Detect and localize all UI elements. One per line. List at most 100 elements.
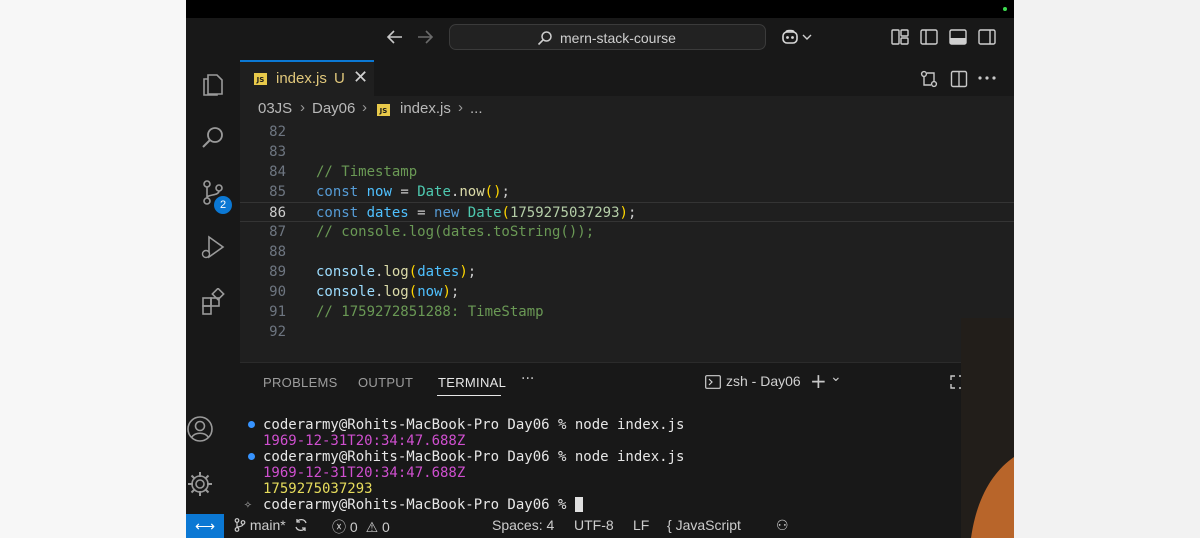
tab-index-js[interactable]: JS index.js U ✕ xyxy=(240,60,374,96)
sparkle-icon[interactable]: ✧ xyxy=(244,497,252,512)
source-control-badge: 2 xyxy=(214,196,232,214)
arrow-right-icon[interactable] xyxy=(416,29,434,45)
token-bracket: ) xyxy=(493,184,502,200)
git-branch-icon xyxy=(234,518,246,532)
code-comment: // console.log(dates.toString()); xyxy=(316,224,595,240)
token-punct: ; xyxy=(467,264,477,280)
language-status[interactable]: { JavaScript xyxy=(667,517,741,533)
indentation-status[interactable]: Spaces: 4 xyxy=(492,517,554,533)
token-function: now xyxy=(459,184,485,200)
code-comment: // 1759272851288: TimeStamp xyxy=(316,304,544,320)
tab-output[interactable]: OUTPUT xyxy=(358,375,413,390)
more-icon[interactable]: ··· xyxy=(521,371,534,387)
webcam-overlay xyxy=(961,318,1014,538)
token-keyword: const xyxy=(316,184,359,200)
code-line: 91 // 1759272851288: TimeStamp xyxy=(240,302,1014,322)
line-number-current: 86 xyxy=(269,205,286,221)
code-line: 84 // Timestamp xyxy=(240,162,1014,182)
tab-filename: index.js xyxy=(276,70,327,87)
search-icon[interactable] xyxy=(199,124,227,152)
more-actions-icon[interactable] xyxy=(978,76,996,80)
token-variable: dates xyxy=(366,205,409,221)
line-number: 84 xyxy=(269,164,286,180)
open-changes-icon[interactable] xyxy=(920,70,938,88)
braces-icon: { xyxy=(667,517,672,533)
token-punct: ; xyxy=(501,184,510,200)
code-line: 87 // console.log(dates.toString()); xyxy=(240,222,1014,242)
token-keyword: new xyxy=(434,205,460,221)
top-strip xyxy=(186,0,1014,18)
run-debug-icon[interactable] xyxy=(199,233,227,261)
breadcrumb-item-symbols[interactable]: ... xyxy=(470,100,483,117)
line-number: 89 xyxy=(269,264,286,280)
code-editor[interactable]: 82 83 84 // Timestamp 85 const now = Dat… xyxy=(240,122,1014,362)
chevron-down-icon[interactable] xyxy=(802,33,812,41)
toggle-panel-icon[interactable] xyxy=(949,29,967,45)
terminal-line: 1969-12-31T20:34:47.688Z xyxy=(263,465,466,481)
extensions-icon[interactable] xyxy=(199,288,227,316)
search-icon xyxy=(537,31,552,46)
breadcrumb-item-index-js[interactable]: index.js xyxy=(400,100,451,117)
warning-count: 0 xyxy=(382,519,390,535)
line-number: 92 xyxy=(269,324,286,340)
letterbox-right xyxy=(1014,0,1200,538)
title-bar: mern-stack-course xyxy=(186,18,1014,60)
customize-layout-icon[interactable] xyxy=(891,29,909,45)
token-class: Date xyxy=(467,205,502,221)
token-punct: ; xyxy=(450,284,460,300)
account-icon[interactable] xyxy=(186,415,214,443)
breadcrumb-item-day06[interactable]: Day06 xyxy=(312,100,355,117)
settings-gear-icon[interactable] xyxy=(186,470,214,498)
copilot-icon[interactable] xyxy=(780,27,800,47)
language-mode: JavaScript xyxy=(675,517,741,533)
tab-terminal[interactable]: TERMINAL xyxy=(438,375,506,390)
eol-status[interactable]: LF xyxy=(633,517,649,533)
command-center-search[interactable]: mern-stack-course xyxy=(449,24,766,50)
problems-status[interactable]: ⓧ 0 ⚠ 0 xyxy=(332,517,390,537)
token-class: Date xyxy=(417,184,451,200)
token-bracket: ( xyxy=(484,184,494,200)
token-bracket: ) xyxy=(442,284,451,300)
terminal-selector[interactable]: zsh - Day06 xyxy=(705,373,801,389)
bottom-panel: PROBLEMS OUTPUT TERMINAL ··· zsh - Day06… xyxy=(240,362,1014,514)
warning-icon: ⚠ xyxy=(365,519,379,535)
letterbox-left xyxy=(0,0,186,538)
code-line: 82 xyxy=(240,122,1014,142)
command-decoration-icon xyxy=(248,421,255,428)
close-icon[interactable]: ✕ xyxy=(353,67,368,88)
token-operator: = xyxy=(391,184,418,200)
breadcrumb: 03JS › Day06 › JS index.js › ... xyxy=(240,96,1014,122)
command-decoration-icon xyxy=(248,453,255,460)
new-terminal-icon[interactable]: + xyxy=(810,369,827,393)
copilot-status-icon[interactable]: ⚇ xyxy=(776,517,789,534)
token-bracket: ) xyxy=(619,205,628,221)
breadcrumb-item-03js[interactable]: 03JS xyxy=(258,100,292,117)
code-line: 83 xyxy=(240,142,1014,162)
branch-status[interactable]: main* xyxy=(234,517,308,533)
terminal-line: coderarmy@Rohits-MacBook-Pro Day06 % xyxy=(263,497,583,513)
line-number: 90 xyxy=(269,284,286,300)
terminal-icon xyxy=(705,375,721,389)
token-variable: now xyxy=(417,284,443,300)
remote-indicator-icon[interactable]: ⟷ xyxy=(186,514,224,538)
toggle-secondary-sidebar-icon[interactable] xyxy=(978,29,996,45)
chevron-down-icon[interactable]: ⌄ xyxy=(830,369,842,385)
terminal-line: coderarmy@Rohits-MacBook-Pro Day06 % nod… xyxy=(263,449,685,465)
tab-problems[interactable]: PROBLEMS xyxy=(263,375,338,390)
encoding-status[interactable]: UTF-8 xyxy=(574,517,614,533)
terminal-prompt: coderarmy@Rohits-MacBook-Pro Day06 % xyxy=(263,497,575,513)
activity-bar: 2 xyxy=(186,60,240,514)
token-function: log xyxy=(383,264,409,280)
arrow-left-icon[interactable] xyxy=(386,29,404,45)
token-function: log xyxy=(383,284,409,300)
code-line: 85 const now = Date.now(); xyxy=(240,182,1014,202)
code-line-current: 86 const dates = new Date(1759275037293)… xyxy=(240,202,1014,222)
token-bracket: ( xyxy=(501,205,510,221)
code-line: 92 xyxy=(240,322,1014,342)
sync-icon xyxy=(294,518,307,532)
split-editor-icon[interactable] xyxy=(950,70,968,88)
toggle-primary-sidebar-icon[interactable] xyxy=(920,29,938,45)
explorer-icon[interactable] xyxy=(199,70,227,98)
token-bracket: ( xyxy=(408,284,418,300)
line-number: 87 xyxy=(269,224,286,240)
